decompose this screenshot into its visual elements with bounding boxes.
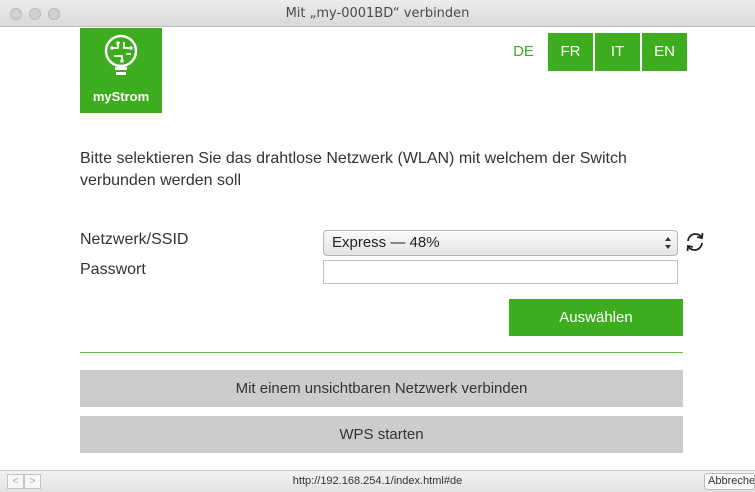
hidden-network-button[interactable]: Mit einem unsichtbaren Netzwerk verbinde… bbox=[80, 370, 683, 407]
select-network-button[interactable]: Auswählen bbox=[509, 299, 683, 336]
lang-de-button[interactable]: DE bbox=[501, 33, 546, 71]
select-arrows-icon bbox=[665, 237, 671, 249]
intro-text: Bitte selektieren Sie das drahtlose Netz… bbox=[80, 150, 627, 189]
page-content: myStrom DE FR IT EN Bitte selektieren Si… bbox=[0, 28, 755, 470]
lang-fr-button[interactable]: FR bbox=[548, 33, 593, 71]
status-bar: < > http://192.168.254.1/index.html#de A… bbox=[0, 470, 755, 492]
window-titlebar: Mit „my-0001BD“ verbinden bbox=[0, 0, 755, 27]
ssid-select[interactable]: Express — 48% bbox=[323, 230, 678, 256]
password-label: Passwort bbox=[80, 261, 146, 278]
brand-name: myStrom bbox=[92, 89, 150, 104]
cancel-button[interactable]: Abbrechen bbox=[704, 473, 755, 490]
mystrom-logo[interactable]: myStrom bbox=[80, 28, 162, 113]
lang-en-button[interactable]: EN bbox=[642, 33, 687, 71]
refresh-icon[interactable] bbox=[683, 230, 707, 254]
divider bbox=[80, 352, 683, 353]
lightbulb-circuit-icon bbox=[104, 34, 138, 75]
ssid-label: Netzwerk/SSID bbox=[80, 231, 189, 248]
lang-it-button[interactable]: IT bbox=[595, 33, 640, 71]
window-title: Mit „my-0001BD“ verbinden bbox=[285, 6, 470, 21]
ssid-selected-value: Express — 48% bbox=[332, 234, 440, 251]
language-switcher: DE FR IT EN bbox=[501, 33, 689, 71]
status-url: http://192.168.254.1/index.html#de bbox=[292, 475, 463, 487]
wps-start-button[interactable]: WPS starten bbox=[80, 416, 683, 453]
password-input[interactable] bbox=[323, 260, 678, 284]
